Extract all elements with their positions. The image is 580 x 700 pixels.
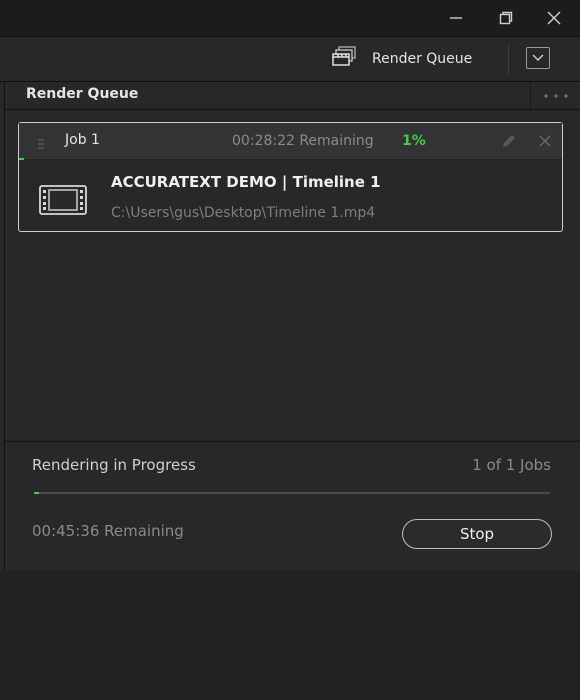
close-icon[interactable] <box>535 131 555 151</box>
film-icon <box>39 185 87 219</box>
progress-label: Rendering in Progress <box>32 456 196 474</box>
overall-progress-fill <box>34 492 40 494</box>
close-icon[interactable] <box>530 0 578 36</box>
job-title: Job 1 <box>65 132 100 148</box>
restore-icon[interactable] <box>482 0 530 36</box>
render-queue-label: Render Queue <box>372 51 473 67</box>
render-queue-panel-header: Render Queue <box>5 82 580 110</box>
render-job-card[interactable]: Job 1 00:28:22 Remaining 1% ACCURATEXT D… <box>18 122 563 232</box>
job-name: ACCURATEXT DEMO | Timeline 1 <box>111 173 381 191</box>
overall-progress-bar <box>34 492 550 494</box>
drag-handle-icon[interactable] <box>37 135 45 154</box>
render-queue-toggle-button[interactable]: Render Queue <box>330 37 472 81</box>
render-queue-icon <box>330 46 358 72</box>
job-output-path: C:\Users\gus\Desktop\Timeline 1.mp4 <box>111 205 376 221</box>
panel-title: Render Queue <box>26 86 139 102</box>
job-percent: 1% <box>402 133 426 149</box>
toolbar-divider <box>508 43 509 75</box>
pencil-icon[interactable] <box>499 131 519 151</box>
job-remaining-time: 00:28:22 Remaining <box>232 133 374 149</box>
more-horizontal-icon[interactable] <box>530 82 580 109</box>
toolbar: Render Queue <box>0 37 580 82</box>
chevron-down-icon[interactable] <box>526 47 550 69</box>
job-count: 1 of 1 Jobs <box>472 456 551 474</box>
rendering-progress-section: Rendering in Progress 1 of 1 Jobs 00:45:… <box>5 441 580 572</box>
window-titlebar <box>0 0 580 37</box>
overall-remaining-time: 00:45:36 Remaining <box>32 522 184 540</box>
stop-button[interactable]: Stop <box>402 519 552 549</box>
minimize-icon[interactable] <box>432 0 480 36</box>
empty-area <box>0 571 580 700</box>
job-header: Job 1 00:28:22 Remaining 1% <box>19 123 562 160</box>
job-progress-bar <box>19 158 25 160</box>
